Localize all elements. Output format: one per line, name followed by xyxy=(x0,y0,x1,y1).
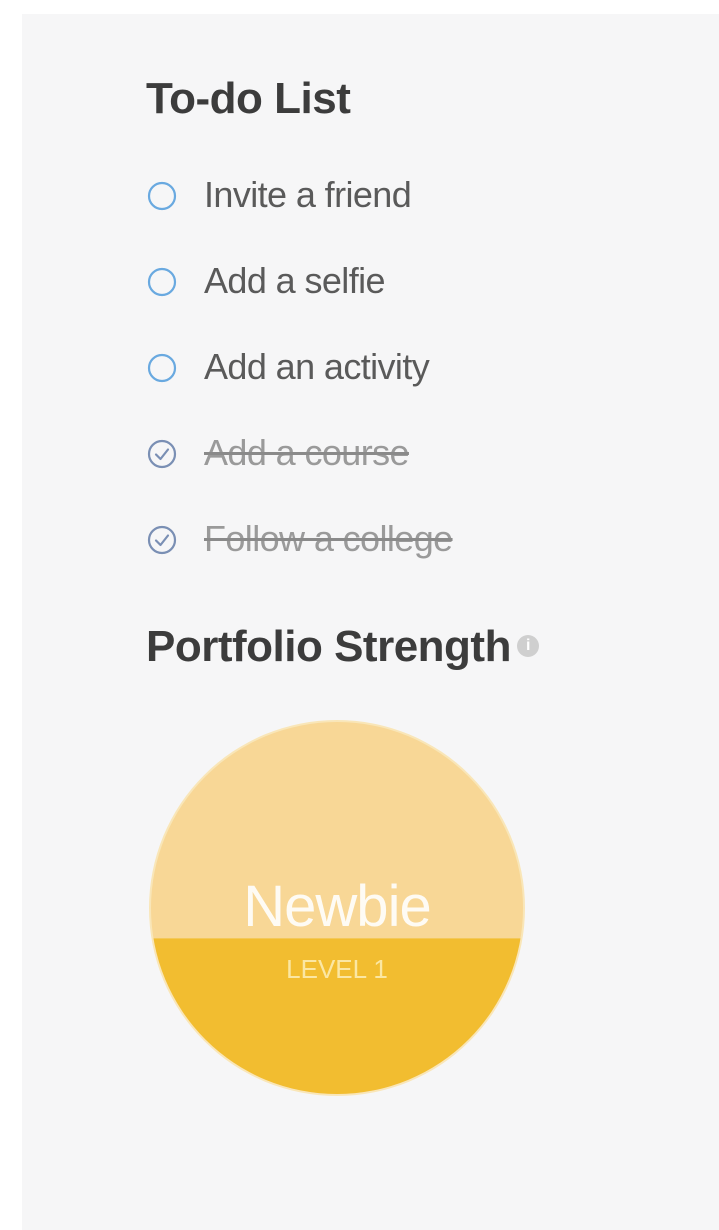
badge-level-name: Newbie xyxy=(243,874,431,939)
todo-item-add-selfie[interactable]: Add a selfie xyxy=(146,250,453,336)
portfolio-strength-title: Portfolio Strength i xyxy=(146,622,539,672)
checked-circle-icon[interactable] xyxy=(146,438,178,470)
todo-item-follow-college[interactable]: Follow a college xyxy=(146,508,453,594)
todo-item-add-course[interactable]: Add a course xyxy=(146,422,453,508)
todo-label: Add a course xyxy=(204,432,410,473)
todo-label: Follow a college xyxy=(204,518,453,559)
todo-label: Add an activity xyxy=(204,346,430,387)
checked-circle-icon[interactable] xyxy=(146,524,178,556)
info-icon[interactable]: i xyxy=(516,635,539,658)
todo-label: Add a selfie xyxy=(204,260,386,301)
portfolio-strength-label: Portfolio Strength xyxy=(146,622,511,671)
unchecked-circle-icon[interactable] xyxy=(146,266,178,298)
todo-list-title: To-do List xyxy=(146,74,351,123)
unchecked-circle-icon[interactable] xyxy=(146,352,178,384)
todo-label: Invite a friend xyxy=(204,174,412,215)
sidebar-panel: To-do List Invite a friend Add a selfie … xyxy=(22,14,719,1230)
todo-list: Invite a friend Add a selfie Add an acti… xyxy=(146,164,453,594)
strength-level-badge: Newbie LEVEL 1 xyxy=(147,718,527,1098)
badge-level-number: LEVEL 1 xyxy=(286,954,388,984)
todo-item-add-activity[interactable]: Add an activity xyxy=(146,336,453,422)
unchecked-circle-icon[interactable] xyxy=(146,180,178,212)
todo-item-invite-friend[interactable]: Invite a friend xyxy=(146,164,453,250)
